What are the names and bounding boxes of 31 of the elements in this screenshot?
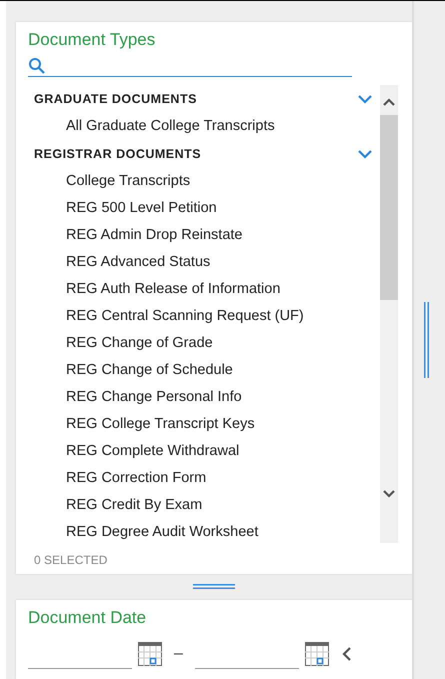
resize-handle[interactable] [193,584,235,590]
calendar-icon[interactable] [138,642,162,666]
list-item[interactable]: REG Change of Grade [28,330,380,357]
calendar-icon[interactable] [304,642,329,666]
list-item[interactable]: REG Change of Schedule [28,357,380,384]
panel-title: Document Date [28,608,148,628]
list-item[interactable]: College Transcripts [28,168,380,195]
list-item[interactable]: REG Change Personal Info [28,384,380,411]
list-item[interactable]: REG Advanced Status [28,249,380,276]
group-header[interactable]: REGISTRAR DOCUMENTS [28,147,202,161]
list-item[interactable]: REG Central Scanning Request (UF) [28,303,380,330]
list-item[interactable]: REG Correction Form [28,465,380,492]
scrollbar[interactable] [380,85,398,543]
group-header[interactable]: GRADUATE DOCUMENTS [28,92,197,106]
list-item[interactable]: REG Complete Withdrawal [28,438,380,465]
chevron-left-icon[interactable] [340,646,353,662]
list-item[interactable]: REG College Transcript Keys [28,411,380,438]
search-icon [28,56,46,74]
list-item[interactable]: REG Credit By Exam [28,492,380,519]
search-field[interactable] [28,55,352,77]
list-item[interactable]: REG Auth Release of Information [28,276,380,303]
list-item[interactable]: REG Admin Drop Reinstate [28,222,380,249]
resize-handle[interactable] [424,302,429,378]
panel-title: Document Types [28,30,156,51]
chevron-down-icon[interactable] [358,150,372,158]
list-item[interactable]: REG 500 Level Petition [28,195,380,222]
list-item[interactable]: All Graduate College Transcripts [28,113,380,140]
range-separator: – [174,644,183,663]
chevron-down-icon[interactable] [358,94,372,104]
selected-count: 0 SELECTED [33,552,108,567]
list-item[interactable]: REG Degree Audit Worksheet [28,519,380,546]
